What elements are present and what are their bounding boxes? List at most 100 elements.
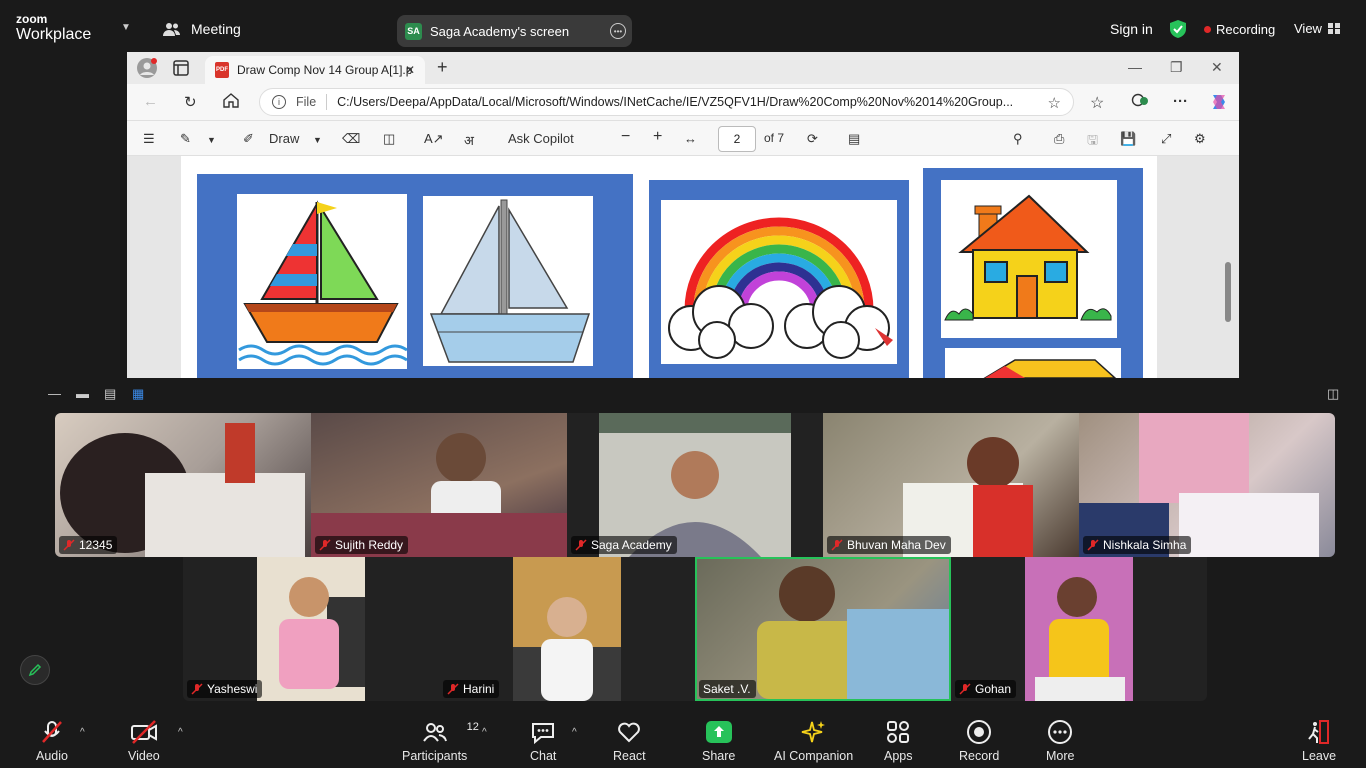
muted-mic-icon [1087, 539, 1099, 551]
extensions-icon[interactable] [1131, 93, 1149, 111]
back-arrow-icon[interactable]: ← [143, 93, 158, 110]
highlight-dropdown-icon[interactable]: ▼ [207, 135, 216, 145]
record-button[interactable]: Record [959, 719, 999, 763]
highlight-icon[interactable]: ✎ [180, 131, 191, 147]
favorites-icon[interactable]: ☆ [1090, 93, 1104, 113]
swap-panel-icon[interactable]: ◫ [1327, 386, 1339, 402]
record-label: Record [959, 749, 1000, 763]
sign-in-link[interactable]: Sign in [1110, 21, 1153, 37]
close-tab-icon[interactable]: ✕ [405, 63, 415, 77]
refresh-icon[interactable]: ↻ [184, 93, 197, 111]
video-tile[interactable]: Gohan [951, 557, 1207, 701]
participants-options-caret-icon[interactable]: ^ [482, 727, 487, 738]
save-as-icon[interactable]: 💾 [1120, 131, 1136, 147]
participants-button[interactable]: 12 Participants [402, 719, 479, 763]
participant-video [513, 557, 621, 701]
participants-icon: 12 [422, 719, 479, 745]
meeting-info-button[interactable]: Meeting [163, 21, 241, 37]
eraser-icon[interactable]: ⌫ [342, 131, 360, 147]
apps-button[interactable]: Apps [884, 719, 913, 763]
address-bar[interactable]: i File C:/Users/Deepa/AppData/Local/Micr… [259, 88, 1074, 116]
single-video-icon[interactable]: ▬ [76, 386, 89, 401]
url-text[interactable]: C:/Users/Deepa/AppData/Local/Microsoft/W… [337, 95, 1037, 109]
pdf-toolbar: ☰ ✎ ▼ ✐ Draw ▼ ⌫ ◫ A↗ अ Ask Copilot − + … [127, 120, 1239, 156]
react-button[interactable]: React [613, 719, 646, 763]
text-box-icon[interactable]: ◫ [383, 131, 395, 147]
zoom-out-icon[interactable]: − [621, 128, 630, 146]
participant-name-bar: Yasheswi [187, 680, 263, 698]
new-tab-icon[interactable]: + [437, 57, 448, 78]
participant-name: 12345 [79, 538, 113, 552]
draw-label[interactable]: Draw [269, 131, 299, 146]
page-view-icon[interactable]: ▤ [848, 131, 860, 147]
video-tile[interactable]: Sujith Reddy [311, 413, 567, 557]
video-tile[interactable]: Saga Academy [567, 413, 823, 557]
video-options-caret-icon[interactable]: ^ [178, 727, 183, 738]
gallery-view-icon[interactable]: ▦ [132, 386, 144, 402]
share-button[interactable]: Share [702, 719, 735, 763]
ask-copilot-button[interactable]: Ask Copilot [508, 131, 574, 146]
read-aloud-icon[interactable]: A↗ [424, 131, 444, 147]
draw-icon[interactable]: ✐ [243, 131, 254, 147]
favorite-star-icon[interactable]: ☆ [1048, 94, 1061, 112]
video-tile[interactable]: Harini [439, 557, 695, 701]
chat-button[interactable]: Chat [530, 719, 556, 763]
participant-name: Sujith Reddy [335, 538, 404, 552]
settings-more-icon[interactable]: ··· [1173, 93, 1188, 110]
leave-button[interactable]: Leave [1302, 719, 1336, 763]
minimize-icon[interactable]: — [1128, 59, 1142, 75]
video-tile[interactable]: Bhuvan Maha Dev [823, 413, 1079, 557]
video-tile[interactable]: Nishkala Simha [1079, 413, 1335, 557]
tab-actions-icon[interactable] [173, 60, 189, 81]
close-window-icon[interactable]: ✕ [1211, 59, 1223, 76]
gear-icon[interactable]: ⚙ [1194, 131, 1206, 147]
screen-share-pill[interactable]: SA Saga Academy's screen ••• [397, 15, 632, 47]
audio-options-caret-icon[interactable]: ^ [80, 727, 85, 738]
meeting-controls-bar: Audio ^ Video ^ 12 Participants ^ Chat ^… [0, 711, 1366, 768]
people-icon [163, 23, 180, 36]
browser-tab-active[interactable]: PDF Draw Comp Nov 14 Group A[1].p ✕ [205, 56, 425, 84]
chat-options-caret-icon[interactable]: ^ [572, 727, 577, 738]
more-icon [1047, 719, 1073, 745]
more-button[interactable]: More [1046, 719, 1074, 763]
info-icon[interactable]: i [272, 95, 286, 109]
search-icon[interactable]: ⚲ [1013, 131, 1023, 147]
home-icon[interactable] [223, 93, 239, 112]
chevron-down-icon[interactable]: ▼ [121, 22, 131, 33]
print-icon[interactable]: ⎙ [1054, 131, 1064, 147]
video-tile[interactable]: Yasheswi [183, 557, 439, 701]
zoom-in-icon[interactable]: + [653, 128, 662, 146]
annotate-pencil-button[interactable] [20, 655, 50, 685]
ai-companion-button[interactable]: AI Companion [774, 719, 853, 763]
fullscreen-icon[interactable]: ⤢ [1161, 131, 1171, 147]
share-icon [705, 719, 732, 745]
video-tile[interactable]: 12345 [55, 413, 311, 557]
rotate-icon[interactable]: ⟳ [807, 131, 818, 147]
minimize-video-icon[interactable]: — [48, 386, 61, 401]
boat-drawing-colored [237, 194, 408, 369]
fit-width-icon[interactable]: ↔ [684, 131, 697, 146]
copilot-icon[interactable] [1209, 93, 1229, 115]
video-button[interactable]: Video [128, 719, 160, 763]
save-icon[interactable]: 🖫 [1087, 131, 1098, 153]
profile-icon[interactable] [137, 58, 157, 83]
restore-icon[interactable]: ❐ [1170, 59, 1183, 76]
muted-mic-icon [831, 539, 843, 551]
pdf-scrollbar[interactable] [1225, 262, 1231, 322]
video-tile-active-speaker[interactable]: Saket .V. [695, 557, 951, 701]
audio-button[interactable]: Audio [36, 719, 68, 763]
shield-icon[interactable] [1170, 20, 1186, 43]
page-number-input[interactable]: 2 [718, 126, 756, 152]
strip-video-icon[interactable]: ▤ [104, 386, 116, 402]
participant-name: Bhuvan Maha Dev [847, 538, 946, 552]
recording-indicator[interactable]: Recording [1204, 22, 1275, 37]
participant-name-bar: 12345 [59, 536, 118, 554]
share-label: Share [702, 749, 736, 763]
view-button[interactable]: View [1294, 21, 1340, 36]
pdf-viewer[interactable] [127, 156, 1239, 378]
draw-dropdown-icon[interactable]: ▼ [313, 135, 322, 145]
sparkle-icon [801, 719, 827, 745]
more-options-icon[interactable]: ••• [610, 23, 626, 39]
contents-icon[interactable]: ☰ [143, 131, 155, 147]
translate-icon[interactable]: अ [464, 131, 474, 149]
